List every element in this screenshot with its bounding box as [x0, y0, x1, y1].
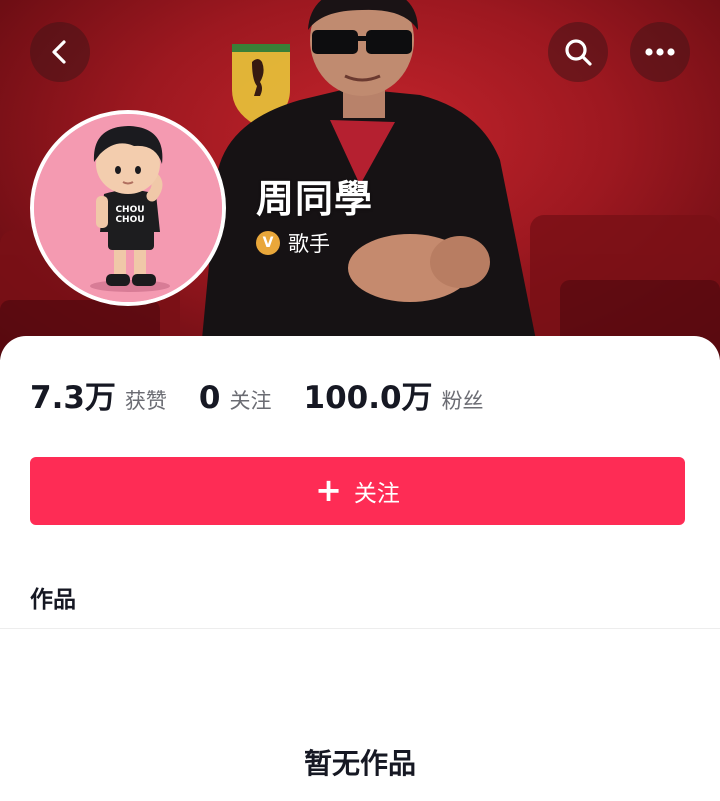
stat-likes-value: 7.3万	[30, 380, 116, 416]
empty-works-message: 暂无作品	[303, 747, 416, 780]
stat-likes[interactable]: 7.3万 获赞	[30, 372, 167, 417]
stat-followers-label: 粉丝	[441, 389, 484, 413]
search-button[interactable]	[548, 22, 608, 82]
follow-button-label: 关注	[353, 481, 400, 507]
stat-following-value: 0	[198, 380, 221, 416]
plus-icon: +	[315, 470, 342, 509]
user-name: 周同學	[256, 177, 374, 221]
more-horizontal-icon	[645, 48, 675, 56]
stat-followers-value: 100.0万	[303, 380, 433, 416]
stat-following-label: 关注	[229, 389, 272, 413]
chevron-left-icon	[52, 40, 66, 64]
divider	[0, 628, 720, 629]
back-button[interactable]	[30, 22, 90, 82]
profile-header: CHOU CHOU 周同學 V 歌手	[0, 0, 720, 360]
avatar[interactable]: CHOU CHOU	[30, 110, 226, 306]
tab-works[interactable]: 作品	[30, 580, 76, 614]
profile-stats: 7.3万 获赞 0 关注 100.0万 粉丝	[30, 372, 516, 417]
stat-likes-label: 获赞	[124, 389, 167, 413]
verified-row: V 歌手	[256, 228, 330, 258]
verified-badge-icon: V	[256, 231, 280, 255]
cartoon-figure-image: CHOU CHOU	[34, 114, 222, 302]
shirt-text-line-1: CHOU	[115, 205, 144, 215]
verified-label: 歌手	[288, 232, 330, 256]
follow-button[interactable]: + 关注	[30, 457, 685, 525]
more-button[interactable]	[630, 22, 690, 82]
search-icon	[565, 39, 592, 66]
shirt-text-line-2: CHOU	[115, 215, 144, 225]
stat-followers[interactable]: 100.0万 粉丝	[304, 372, 484, 417]
stat-following[interactable]: 0 关注	[199, 380, 272, 416]
